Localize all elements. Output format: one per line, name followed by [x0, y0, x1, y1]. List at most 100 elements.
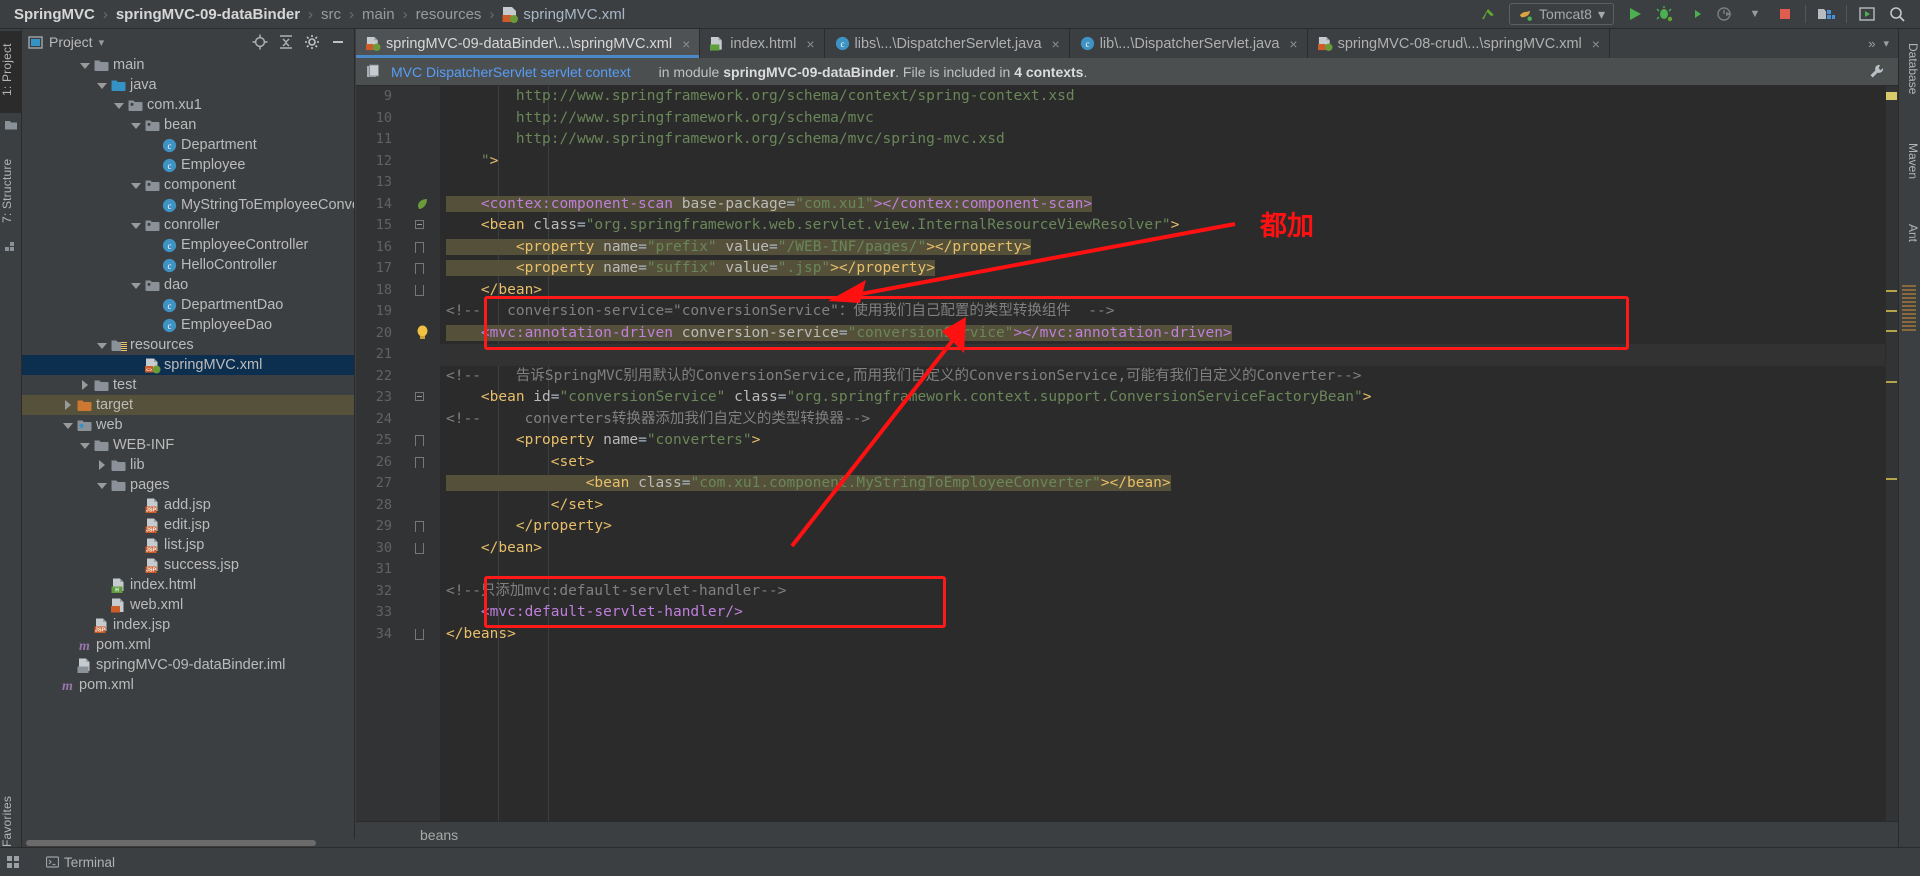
tree-node-bean[interactable]: bean: [22, 115, 354, 135]
tree-node-web[interactable]: web: [22, 415, 354, 435]
run-with-coverage-button[interactable]: [1680, 1, 1710, 27]
stop-button[interactable]: [1770, 1, 1800, 27]
chevron-down-icon[interactable]: ▾: [1598, 6, 1605, 23]
editor-tab-4[interactable]: springMVC-08-crud\...\springMVC.xml ×: [1308, 29, 1610, 58]
code-line-19[interactable]: <!-- conversion-service="conversionServi…: [440, 301, 1898, 323]
close-icon[interactable]: ×: [1592, 36, 1600, 52]
fold-mid-25[interactable]: [415, 435, 426, 446]
fold-start-15[interactable]: [415, 220, 426, 231]
wrench-icon[interactable]: [1868, 63, 1886, 81]
project-structure-icon[interactable]: [1811, 1, 1841, 27]
search-icon[interactable]: [1882, 1, 1912, 27]
tree-node-add-jsp[interactable]: JSP add.jsp: [22, 495, 354, 515]
code-editor[interactable]: 9 10 11 12 13 14 15 16 17 18 19 20 21 22 23 24 25 26 27 28 2…: [356, 86, 1898, 847]
close-icon[interactable]: ×: [806, 36, 814, 52]
close-icon[interactable]: ×: [682, 36, 690, 52]
breadcrumb-item-1[interactable]: springMVC-09-dataBinder: [112, 6, 304, 23]
tree-node-test[interactable]: test: [22, 375, 354, 395]
code-line-18[interactable]: </bean>: [440, 280, 1898, 302]
fold-mid-16[interactable]: [415, 241, 426, 253]
chevron-right-icon[interactable]: [96, 459, 107, 471]
gear-icon[interactable]: [304, 34, 320, 50]
project-tree[interactable]: main java com.xu1 bean c Department c Employee c…: [22, 55, 354, 847]
chevron-down-icon[interactable]: [96, 80, 107, 91]
fold-end-30[interactable]: [415, 542, 426, 554]
code-line-17[interactable]: <property name="suffix" value=".jsp"></p…: [440, 258, 1898, 280]
toolwindow-quick-access-icon[interactable]: [0, 855, 20, 869]
tab-list-more-icon[interactable]: »: [1865, 36, 1878, 51]
run-button[interactable]: [1620, 1, 1650, 27]
spring-bean-gutter-icon[interactable]: [416, 197, 430, 211]
code-line-34[interactable]: </beans>: [440, 624, 1898, 646]
editor-gutter[interactable]: 9 10 11 12 13 14 15 16 17 18 19 20 21 22 23 24 25 26 27 28 2…: [356, 86, 440, 847]
tree-node-department[interactable]: c Department: [22, 135, 354, 155]
select-in-icon[interactable]: [1852, 1, 1882, 27]
profiler-button[interactable]: [1710, 1, 1740, 27]
tree-node-springmvc-09-databinder-iml[interactable]: springMVC-09-dataBinder.iml: [22, 655, 354, 675]
debug-button[interactable]: [1650, 1, 1680, 27]
chevron-right-icon[interactable]: [62, 399, 73, 411]
chevron-down-icon[interactable]: [130, 180, 141, 191]
breadcrumb-item-0[interactable]: SpringMVC: [10, 6, 99, 23]
code-line-21[interactable]: [440, 344, 1898, 366]
fold-mid-26[interactable]: [415, 456, 426, 468]
code-line-28[interactable]: </set>: [440, 495, 1898, 517]
fold-mid-17[interactable]: [415, 263, 426, 274]
tree-node-springmvc-xml[interactable]: <> springMVC.xml: [22, 355, 354, 375]
tree-node-edit-jsp[interactable]: JSP edit.jsp: [22, 515, 354, 535]
profiler-dropdown-icon[interactable]: ▼: [1740, 1, 1770, 27]
chevron-down-icon[interactable]: [130, 280, 141, 291]
code-line-15[interactable]: <bean class="org.springframework.web.ser…: [440, 215, 1898, 237]
fold-end-18[interactable]: [415, 284, 426, 296]
editor-tab-3[interactable]: c lib\...\DispatcherServlet.java ×: [1070, 29, 1308, 58]
close-icon[interactable]: ×: [1289, 36, 1297, 52]
code-line-9[interactable]: http://www.springframework.org/schema/co…: [440, 86, 1898, 108]
run-configuration-selector[interactable]: Tomcat8 ▾: [1509, 3, 1614, 25]
fold-mid-29[interactable]: [415, 521, 426, 532]
tree-node-target[interactable]: target: [22, 395, 354, 415]
chevron-down-icon[interactable]: [62, 420, 73, 431]
chevron-down-icon[interactable]: [96, 480, 107, 491]
tree-node-dao[interactable]: dao: [22, 275, 354, 295]
code-line-25[interactable]: <property name="converters">: [440, 430, 1898, 452]
tree-node-departmentdao[interactable]: c DepartmentDao: [22, 295, 354, 315]
code-line-23[interactable]: <bean id="conversionService" class="org.…: [440, 387, 1898, 409]
code-line-30[interactable]: </bean>: [440, 538, 1898, 560]
code-line-32[interactable]: <!--只添加mvc:default-servlet-handler-->: [440, 581, 1898, 603]
editor-overview-ruler[interactable]: [1885, 86, 1898, 847]
project-horizontal-scrollbar[interactable]: [22, 839, 355, 847]
tree-node-pom-xml[interactable]: m pom.xml: [22, 675, 354, 695]
code-line-27[interactable]: <bean class="com.xu1.component.MyStringT…: [440, 473, 1898, 495]
tree-node-employee[interactable]: c Employee: [22, 155, 354, 175]
chevron-down-icon[interactable]: [113, 100, 124, 111]
tree-node-list-jsp[interactable]: JSP list.jsp: [22, 535, 354, 555]
editor-tab-2[interactable]: c libs\...\DispatcherServlet.java ×: [825, 29, 1070, 58]
chevron-down-icon[interactable]: ▾: [99, 36, 105, 49]
tree-node-main[interactable]: main: [22, 55, 354, 75]
structure-glyph-icon[interactable]: [5, 241, 17, 253]
chevron-right-icon[interactable]: [79, 379, 90, 391]
tree-node-employeecontroller[interactable]: c EmployeeController: [22, 235, 354, 255]
code-line-31[interactable]: [440, 559, 1898, 581]
update-project-icon[interactable]: [1473, 1, 1503, 27]
tree-node-index-jsp[interactable]: JSP index.jsp: [22, 615, 354, 635]
sidebar-tab-ant[interactable]: Ant: [1898, 215, 1920, 251]
code-line-14[interactable]: <contex:component-scan base-package="com…: [440, 194, 1898, 216]
tree-node-success-jsp[interactable]: JSP success.jsp: [22, 555, 354, 575]
code-line-13[interactable]: [440, 172, 1898, 194]
breadcrumb-item-5[interactable]: springMVC.xml: [498, 6, 629, 23]
breadcrumb-item-4[interactable]: resources: [412, 6, 486, 23]
breadcrumb-item-2[interactable]: src: [317, 6, 345, 23]
chevron-down-icon[interactable]: [130, 220, 141, 231]
tree-node-conroller[interactable]: conroller: [22, 215, 354, 235]
chevron-down-icon[interactable]: [96, 340, 107, 351]
chevron-down-icon[interactable]: ▾: [1880, 37, 1892, 50]
module-icon[interactable]: [5, 119, 17, 131]
tree-node-component[interactable]: component: [22, 175, 354, 195]
tree-node-pages[interactable]: pages: [22, 475, 354, 495]
code-line-33[interactable]: <mvc:default-servlet-handler/>: [440, 602, 1898, 624]
hide-panel-icon[interactable]: [330, 34, 346, 50]
sidebar-tab-structure[interactable]: 7: Structure: [0, 147, 22, 235]
fold-end-34[interactable]: [415, 628, 426, 640]
tree-node-hellocontroller[interactable]: c HelloController: [22, 255, 354, 275]
